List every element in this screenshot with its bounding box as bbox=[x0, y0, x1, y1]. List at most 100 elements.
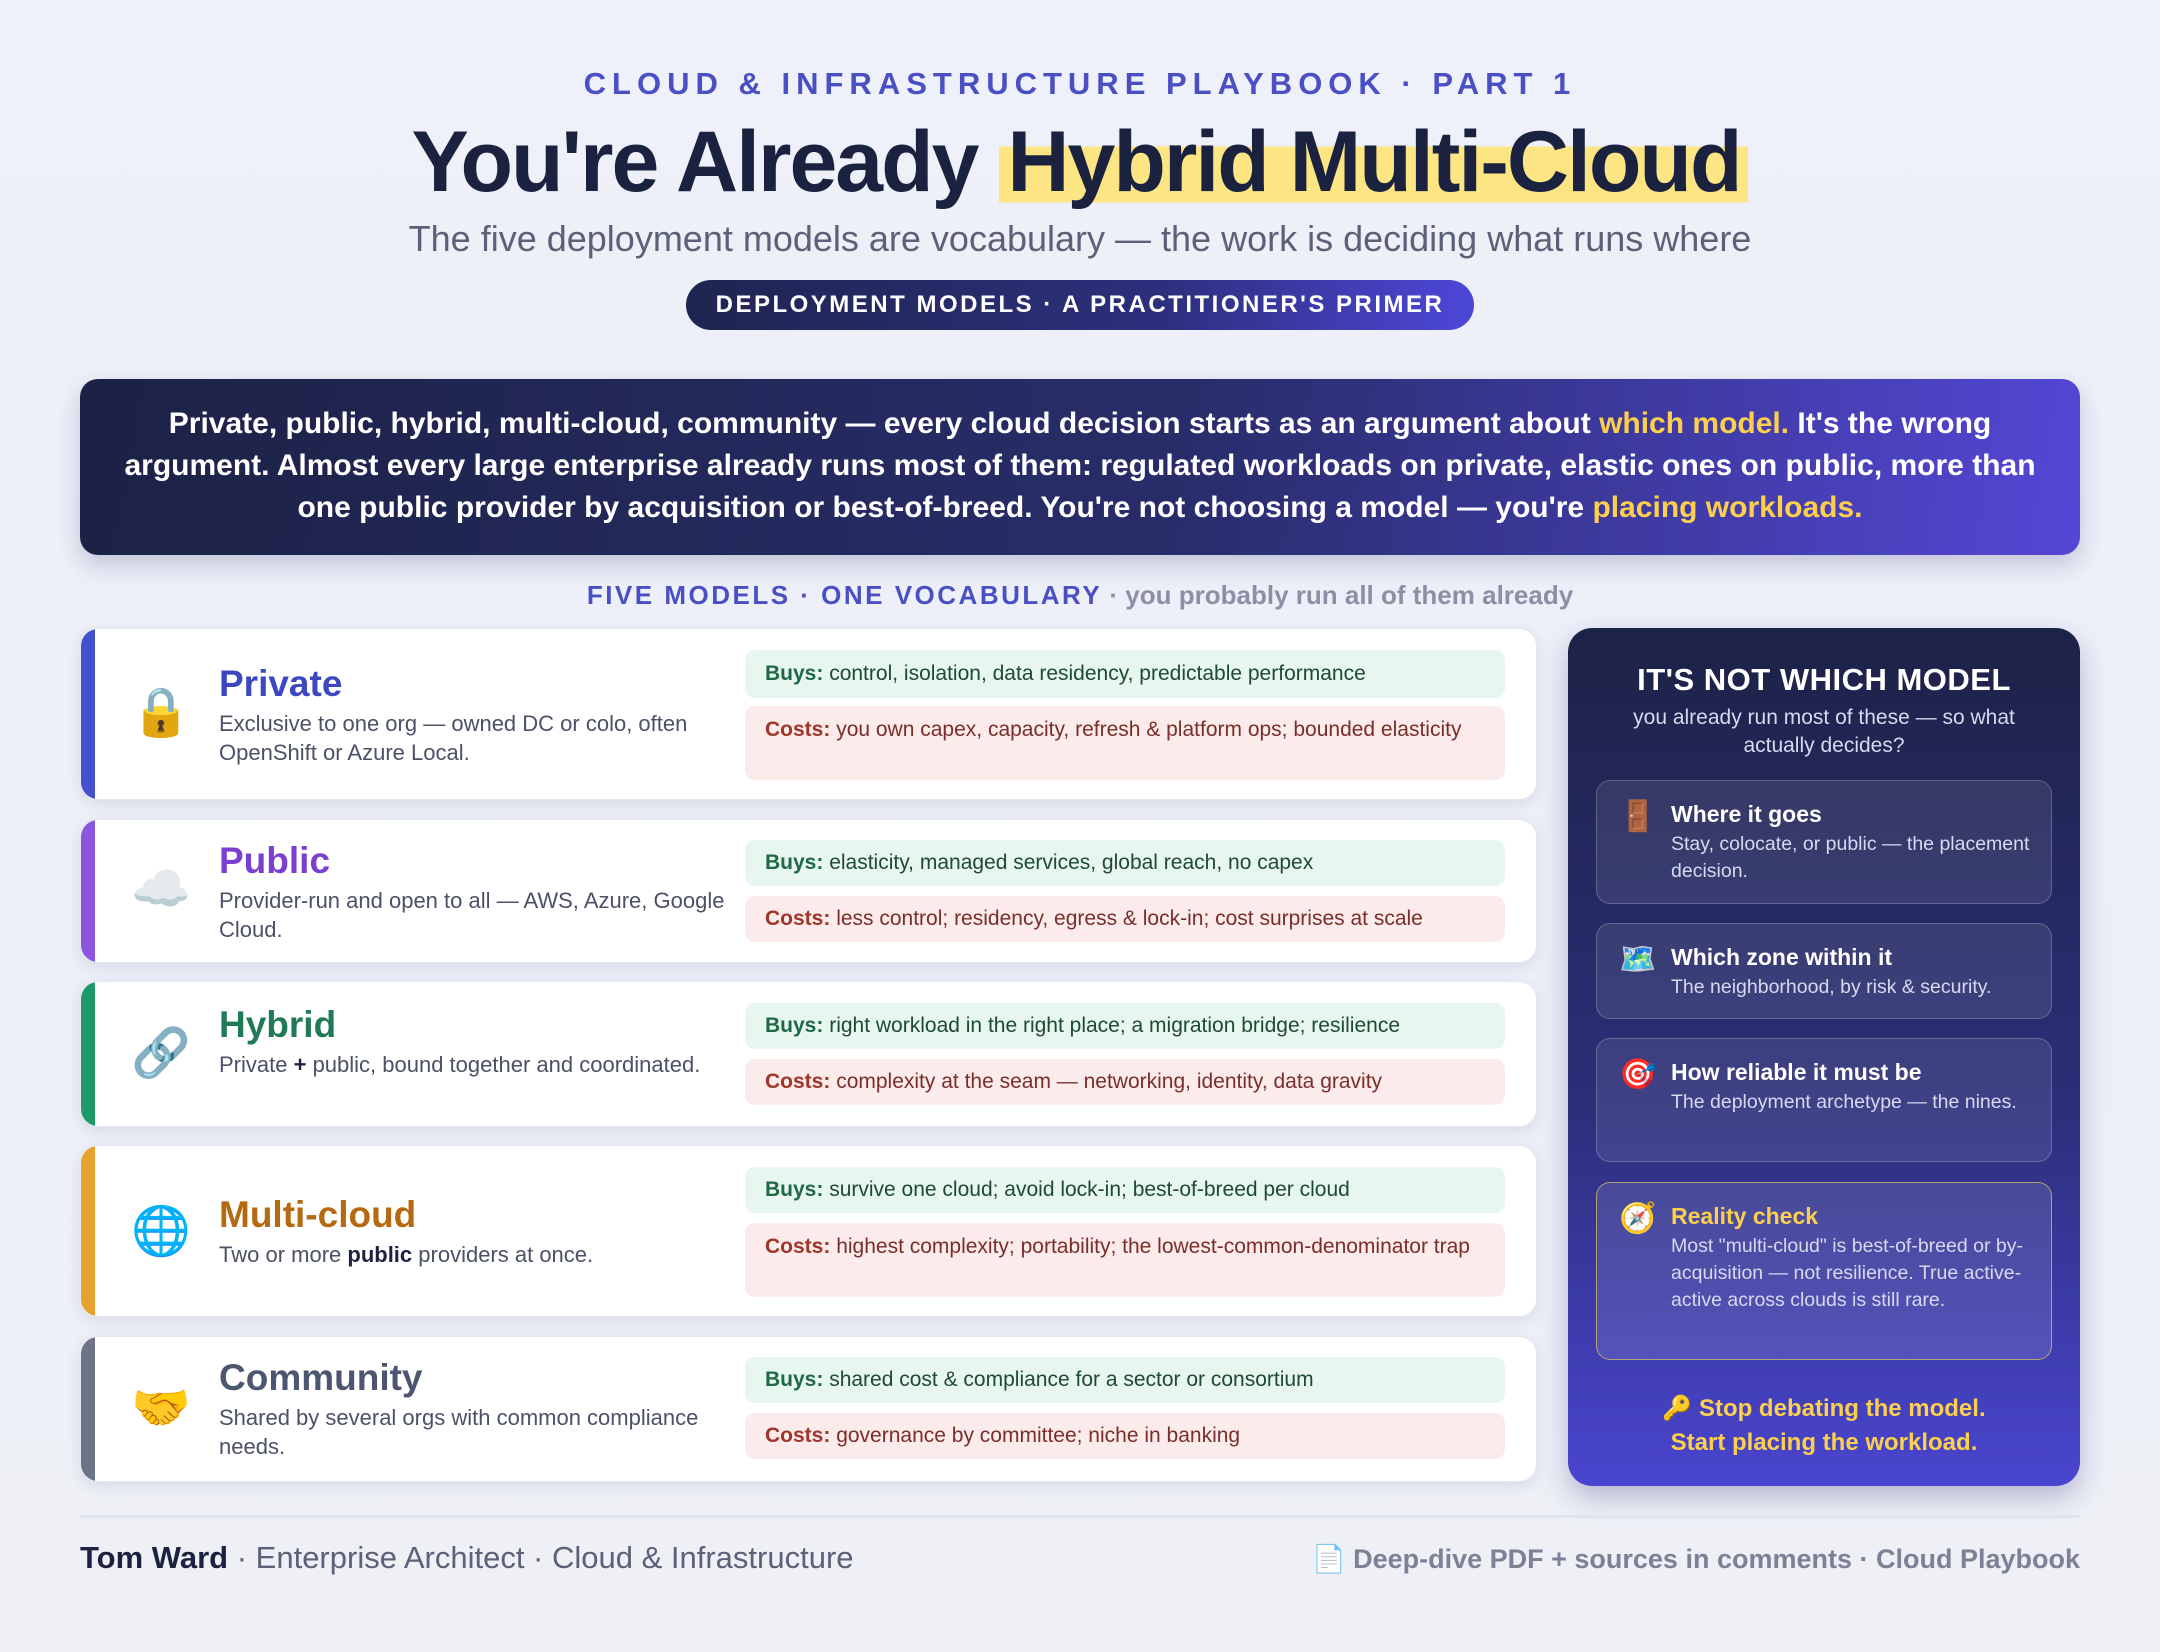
link-icon: 🔗 bbox=[131, 1027, 191, 1080]
buys-text: elasticity, managed services, global rea… bbox=[829, 851, 1314, 874]
panel-subtitle: you already run most of these — so what … bbox=[1633, 706, 2015, 757]
buys-label: Buys: bbox=[765, 1014, 824, 1037]
target-icon: 🎯 bbox=[1619, 1058, 1657, 1091]
panel-item-desc: Stay, colocate, or public — the placemen… bbox=[1671, 833, 2030, 882]
buys-text: shared cost & compliance for a sector or… bbox=[829, 1368, 1314, 1391]
buys-text: control, isolation, data residency, pred… bbox=[829, 662, 1366, 685]
panel-cta-line-2: Start placing the workload. bbox=[1670, 1429, 1978, 1456]
page-title: You're Already Hybrid Multi-Cloud bbox=[80, 112, 2080, 212]
costs-chip: Costs: governance by committee; niche in… bbox=[745, 1413, 1505, 1459]
accent-bar bbox=[81, 1146, 95, 1316]
costs-label: Costs: bbox=[765, 1424, 831, 1447]
globe-icon: 🌐 bbox=[131, 1205, 191, 1258]
desc-bold: + bbox=[293, 1052, 307, 1077]
costs-chip: Costs: less control; residency, egress &… bbox=[745, 896, 1505, 942]
accent-bar bbox=[81, 629, 95, 799]
buys-label: Buys: bbox=[765, 851, 824, 874]
buys-chip: Buys: right workload in the right place;… bbox=[745, 1003, 1505, 1049]
series-kicker: CLOUD & INFRASTRUCTURE PLAYBOOK · PART 1 bbox=[583, 66, 1577, 101]
title-highlight: Hybrid Multi-Cloud bbox=[999, 114, 1749, 210]
panel-item-title: How reliable it must be bbox=[1671, 1059, 1922, 1085]
footer-author-line: Tom Ward · Enterprise Architect · Cloud … bbox=[80, 1540, 854, 1576]
model-name: Private bbox=[219, 663, 343, 704]
model-card-private: 🔒 Private Exclusive to one org — owned D… bbox=[80, 628, 1537, 800]
model-card-hybrid: 🔗 Hybrid Private + public, bound togethe… bbox=[80, 981, 1537, 1127]
decision-panel: IT'S NOT WHICH MODEL you already run mos… bbox=[1568, 628, 2080, 1486]
costs-chip: Costs: highest complexity; portability; … bbox=[745, 1223, 1505, 1297]
section-label-soft: · you probably run all of them already bbox=[1102, 580, 1574, 610]
model-description: Two or more public providers at once. bbox=[219, 1240, 739, 1269]
door-icon: 🚪 bbox=[1619, 800, 1657, 833]
desc-part: Private bbox=[219, 1052, 294, 1077]
section-label-strong: FIVE MODELS · ONE VOCABULARY bbox=[586, 580, 1103, 610]
page: CLOUD & INFRASTRUCTURE PLAYBOOK · PART 1… bbox=[80, 0, 2080, 1652]
buys-chip: Buys: shared cost & compliance for a sec… bbox=[745, 1357, 1505, 1403]
panel-item-where-it-goes: 🚪 Where it goes Stay, colocate, or publi… bbox=[1596, 780, 2052, 904]
costs-text: less control; residency, egress & lock-i… bbox=[836, 907, 1423, 930]
author-role: · Enterprise Architect · Cloud & Infrast… bbox=[228, 1540, 854, 1575]
panel-title: IT'S NOT WHICH MODEL bbox=[1637, 662, 2011, 697]
desc-part: public, bound together and coordinated. bbox=[306, 1052, 701, 1077]
panel-item-desc: The neighborhood, by risk & security. bbox=[1671, 976, 1992, 998]
costs-chip: Costs: you own capex, capacity, refresh … bbox=[745, 706, 1505, 780]
model-description: Shared by several orgs with common compl… bbox=[219, 1405, 699, 1459]
author-name: Tom Ward bbox=[80, 1540, 229, 1575]
panel-item-desc: The deployment archetype — the nines. bbox=[1671, 1091, 2017, 1113]
panel-item-title: Where it goes bbox=[1671, 801, 1822, 827]
model-card-multi-cloud: 🌐 Multi-cloud Two or more public provide… bbox=[80, 1145, 1537, 1317]
primer-pill-wrap: DEPLOYMENT MODELS · A PRACTITIONER'S PRI… bbox=[80, 280, 2080, 330]
desc-part: providers at once. bbox=[412, 1242, 594, 1267]
banner-highlight-which-model: which model. bbox=[1599, 407, 1790, 440]
panel-item-reality-check: 🧭 Reality check Most "multi-cloud" is be… bbox=[1596, 1182, 2052, 1360]
costs-text: you own capex, capacity, refresh & platf… bbox=[836, 718, 1462, 741]
buys-chip: Buys: elasticity, managed services, glob… bbox=[745, 840, 1505, 886]
banner-text-1: Private, public, hybrid, multi-cloud, co… bbox=[168, 407, 1600, 440]
page-subtitle: The five deployment models are vocabular… bbox=[408, 218, 1752, 259]
intro-banner: Private, public, hybrid, multi-cloud, co… bbox=[80, 379, 2080, 555]
cloud-icon: ☁️ bbox=[131, 863, 191, 916]
panel-cta: 🔑 Stop debating the model. Start placing… bbox=[1568, 1392, 2080, 1460]
model-name: Hybrid bbox=[219, 1004, 337, 1045]
buys-text: survive one cloud; avoid lock-in; best-o… bbox=[829, 1178, 1350, 1201]
handshake-icon: 🤝 bbox=[131, 1382, 191, 1435]
model-name: Community bbox=[219, 1357, 423, 1398]
panel-cta-line-1: 🔑 Stop debating the model. bbox=[1662, 1395, 1986, 1422]
model-name: Multi-cloud bbox=[219, 1194, 417, 1235]
costs-text: complexity at the seam — networking, ide… bbox=[836, 1070, 1383, 1093]
panel-item-desc: Most "multi-cloud" is best-of-breed or b… bbox=[1671, 1235, 2023, 1311]
section-label: FIVE MODELS · ONE VOCABULARY · you proba… bbox=[80, 580, 2080, 611]
costs-label: Costs: bbox=[765, 1235, 831, 1258]
panel-item-title: Which zone within it bbox=[1671, 944, 1893, 970]
banner-highlight-placing-workloads: placing workloads. bbox=[1592, 491, 1863, 524]
buys-chip: Buys: control, isolation, data residency… bbox=[745, 650, 1505, 698]
panel-item-how-reliable: 🎯 How reliable it must be The deployment… bbox=[1596, 1038, 2052, 1162]
map-icon: 🗺️ bbox=[1619, 943, 1657, 976]
accent-bar bbox=[81, 1337, 95, 1481]
accent-bar bbox=[81, 982, 95, 1126]
footer-source-note: 📄 Deep-dive PDF + sources in comments · … bbox=[1311, 1544, 2080, 1574]
costs-text: highest complexity; portability; the low… bbox=[836, 1235, 1470, 1258]
buys-label: Buys: bbox=[765, 1178, 824, 1201]
footer-divider bbox=[80, 1515, 2080, 1518]
model-card-community: 🤝 Community Shared by several orgs with … bbox=[80, 1336, 1537, 1482]
desc-part: Two or more bbox=[219, 1242, 348, 1267]
title-prefix: You're Already bbox=[411, 114, 1000, 210]
model-description: Exclusive to one org — owned DC or colo,… bbox=[219, 711, 688, 765]
costs-text: governance by committee; niche in bankin… bbox=[836, 1424, 1241, 1447]
buys-label: Buys: bbox=[765, 662, 824, 685]
buys-chip: Buys: survive one cloud; avoid lock-in; … bbox=[745, 1167, 1505, 1213]
costs-label: Costs: bbox=[765, 907, 831, 930]
model-name: Public bbox=[219, 840, 331, 881]
panel-item-which-zone: 🗺️ Which zone within it The neighborhood… bbox=[1596, 923, 2052, 1019]
buys-label: Buys: bbox=[765, 1368, 824, 1391]
model-card-public: ☁️ Public Provider-run and open to all —… bbox=[80, 819, 1537, 963]
costs-chip: Costs: complexity at the seam — networki… bbox=[745, 1059, 1505, 1105]
lock-icon: 🔒 bbox=[131, 686, 191, 739]
model-description: Provider-run and open to all — AWS, Azur… bbox=[219, 888, 725, 942]
costs-label: Costs: bbox=[765, 718, 831, 741]
compass-icon: 🧭 bbox=[1619, 1202, 1657, 1235]
desc-bold: public bbox=[347, 1242, 413, 1267]
costs-label: Costs: bbox=[765, 1070, 831, 1093]
primer-pill: DEPLOYMENT MODELS · A PRACTITIONER'S PRI… bbox=[685, 280, 1475, 330]
accent-bar bbox=[81, 820, 95, 962]
